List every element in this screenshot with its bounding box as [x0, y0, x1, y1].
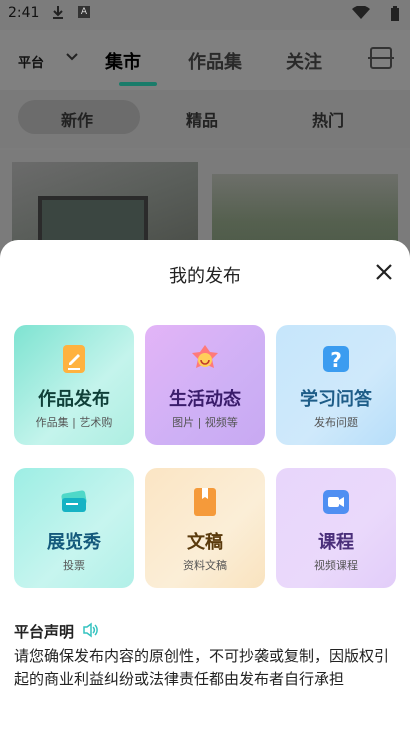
book-bookmark-icon [189, 486, 221, 518]
tab-market[interactable]: 集市 [105, 48, 141, 74]
question-icon: ? [320, 343, 352, 375]
card-life-post[interactable]: 生活动态 图片 | 视频等 [145, 325, 265, 445]
top-navigation: 平台 集市 作品集 关注 [0, 30, 410, 90]
close-icon[interactable] [374, 262, 394, 282]
card-title: 文稿 [187, 532, 223, 553]
card-title: 作品发布 [38, 389, 110, 410]
sub-tabs: 新作 精品 热门 [0, 90, 410, 148]
card-manuscript[interactable]: 文稿 资料文稿 [145, 468, 265, 588]
card-subtitle: 投票 [63, 559, 85, 572]
card-title: 课程 [318, 532, 354, 553]
status-bar: 2:41 A [0, 0, 410, 30]
card-title: 学习问答 [300, 389, 372, 410]
card-title: 展览秀 [47, 532, 101, 553]
video-camera-icon [320, 486, 352, 518]
subtab-hot[interactable]: 热门 [312, 107, 344, 131]
battery-icon [390, 6, 400, 26]
sheet-title: 我的发布 [169, 266, 241, 287]
feed-preview [0, 150, 410, 256]
document-edit-icon [58, 343, 90, 375]
card-subtitle: 作品集 | 艺术购 [35, 416, 113, 429]
download-icon [52, 6, 64, 24]
speaker-icon[interactable] [82, 622, 100, 638]
platform-selector[interactable]: 平台 [18, 52, 44, 71]
ticket-icon [58, 486, 90, 518]
card-title: 生活动态 [169, 389, 241, 410]
subtab-new[interactable]: 新作 [61, 107, 93, 131]
declaration-body: 请您确保发布内容的原创性，不可抄袭或复制，因版权引起的商业利益纠纷或法律责任都由… [14, 647, 390, 688]
wifi-icon [352, 5, 370, 24]
subtab-featured[interactable]: 精品 [186, 107, 218, 131]
card-exhibition[interactable]: 展览秀 投票 [14, 468, 134, 588]
card-publish-work[interactable]: 作品发布 作品集 | 艺术购 [14, 325, 134, 445]
publish-sheet: 我的发布 作品发布 作品集 | 艺术购 生活动态 图片 | 视频等 ? 学习问答… [0, 240, 410, 730]
card-qa[interactable]: ? 学习问答 发布问题 [276, 325, 396, 445]
tab-portfolio[interactable]: 作品集 [188, 48, 242, 74]
svg-text:?: ? [330, 348, 342, 372]
declaration-title: 平台声明 [14, 623, 75, 641]
notification-a-icon: A [78, 6, 90, 18]
chevron-down-icon[interactable] [66, 50, 78, 66]
active-tab-indicator [119, 82, 157, 86]
scan-icon[interactable] [368, 47, 394, 69]
card-subtitle: 资料文稿 [183, 559, 227, 572]
card-subtitle: 发布问题 [314, 416, 358, 429]
tab-follow[interactable]: 关注 [286, 48, 322, 74]
card-subtitle: 视频课程 [314, 559, 358, 572]
artwork-thumbnail[interactable] [12, 162, 198, 256]
card-subtitle: 图片 | 视频等 [172, 416, 238, 429]
smile-star-icon [189, 343, 221, 375]
status-time: 2:41 [8, 5, 40, 21]
card-course[interactable]: 课程 视频课程 [276, 468, 396, 588]
